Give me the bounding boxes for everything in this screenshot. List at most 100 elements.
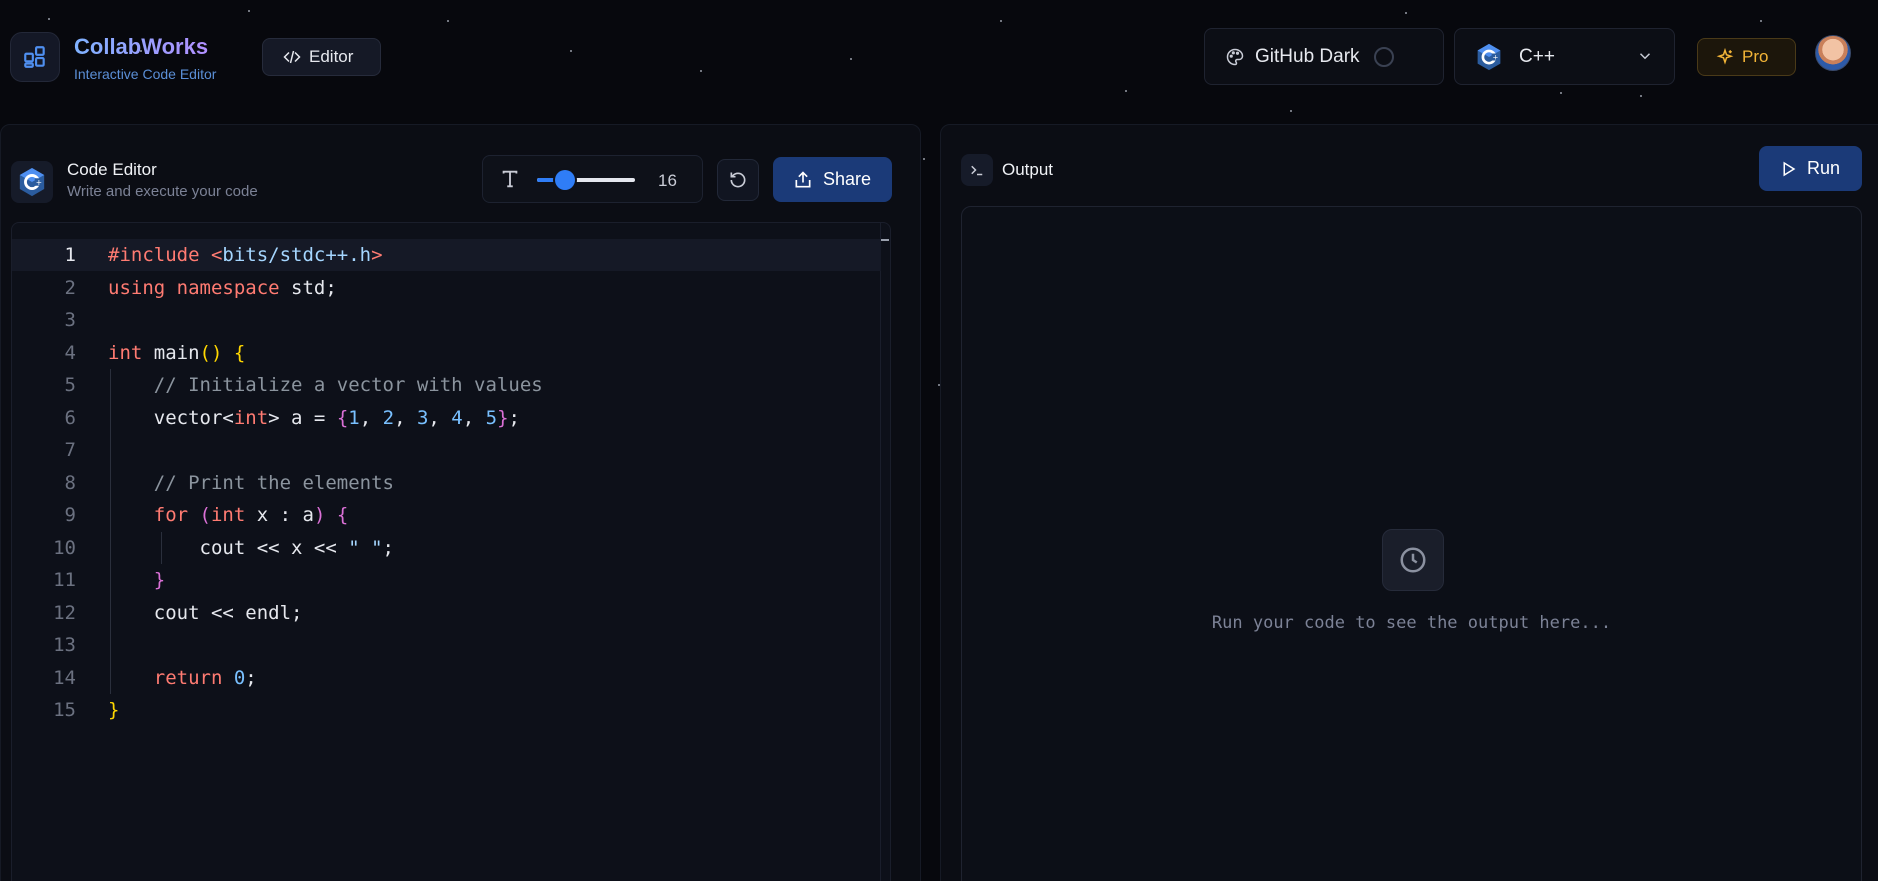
tab-editor-label: Editor — [309, 47, 354, 66]
code-text: using namespace std; — [108, 277, 337, 299]
code-line[interactable]: 3 — [12, 304, 881, 336]
code-line[interactable]: 15} — [12, 694, 881, 726]
code-token: > — [371, 244, 383, 266]
svg-text:+: + — [1493, 53, 1499, 61]
grid-logo-icon — [24, 46, 45, 68]
code-text: cout << x << " "; — [108, 536, 395, 559]
code-editor-subtitle: Write and execute your code — [67, 183, 258, 200]
code-token: for — [153, 504, 200, 526]
line-number: 12 — [53, 601, 76, 624]
code-token: } — [108, 699, 120, 721]
code-text: // Initialize a vector with values — [108, 374, 543, 396]
code-token: , — [394, 406, 417, 429]
code-text: vector<int> a = {1, 2, 3, 4, 5}; — [108, 407, 520, 429]
code-token: 3 — [416, 406, 429, 429]
code-token: int — [233, 406, 269, 429]
language-label: C++ — [1519, 45, 1555, 67]
code-token: // Initialize a vector with values — [153, 374, 543, 396]
code-token: return — [153, 666, 234, 689]
code-token: // Print the elements — [153, 471, 394, 494]
line-number: 8 — [64, 471, 76, 494]
code-token: #include — [108, 244, 211, 266]
code-line[interactable]: 12 cout << endl; — [12, 597, 881, 629]
code-line[interactable]: 10 cout << x << " "; — [12, 532, 881, 564]
code-text: // Print the elements — [108, 472, 394, 494]
reset-button[interactable] — [717, 159, 759, 201]
code-text: } — [108, 699, 119, 721]
code-line[interactable]: 8 // Print the elements — [12, 467, 881, 499]
editor-scrollbar[interactable] — [880, 223, 890, 881]
line-number: 5 — [64, 374, 76, 396]
code-token: () { — [199, 341, 246, 364]
line-number: 1 — [64, 244, 76, 266]
clock-icon — [1382, 529, 1444, 591]
code-line[interactable]: 11 } — [12, 564, 881, 596]
line-number: 10 — [53, 536, 76, 559]
cpp-logo-icon: + — [11, 161, 53, 203]
brand: CollabWorks Interactive Code Editor — [74, 34, 216, 82]
code-text: return 0; — [108, 667, 257, 689]
run-label: Run — [1807, 158, 1841, 178]
chevron-down-icon — [1639, 53, 1651, 60]
code-token: using — [108, 276, 177, 299]
code-line[interactable]: 5 // Initialize a vector with values — [12, 369, 881, 401]
pro-label: Pro — [1742, 47, 1769, 66]
share-icon — [795, 170, 811, 187]
theme-label: GitHub Dark — [1255, 45, 1360, 67]
theme-selector[interactable]: GitHub Dark — [1204, 28, 1444, 85]
code-line[interactable]: 9 for (int x : a) { — [12, 499, 881, 531]
code-token: ; — [382, 536, 394, 559]
app-name: CollabWorks — [74, 34, 216, 60]
output-title: Output — [1002, 160, 1054, 179]
code-token: ( — [199, 504, 211, 526]
app-logo[interactable] — [10, 32, 60, 82]
tab-editor[interactable]: Editor — [262, 38, 381, 76]
code-line[interactable]: 4 int main() { — [12, 337, 881, 369]
code-token: > a = — [268, 406, 337, 429]
code-line[interactable]: 6 vector<int> a = {1, 2, 3, 4, 5}; — [12, 402, 881, 434]
language-selector[interactable]: + C++ — [1454, 28, 1675, 85]
code-token: " " — [348, 536, 383, 559]
code-line[interactable]: 2 using namespace std; — [12, 272, 881, 304]
code-line[interactable]: 7 — [12, 434, 881, 466]
line-number: 7 — [64, 439, 76, 461]
line-number: 15 — [53, 699, 76, 721]
code-icon — [283, 50, 301, 64]
run-button[interactable]: Run — [1759, 146, 1862, 191]
svg-text:+: + — [36, 178, 42, 187]
font-size-slider[interactable] — [537, 170, 635, 190]
code-token: , — [359, 406, 383, 429]
line-number: 13 — [53, 634, 76, 656]
line-number: 2 — [64, 276, 76, 299]
avatar[interactable] — [1815, 35, 1851, 71]
code-token: ) — [313, 504, 326, 526]
code-text: int main() { — [108, 342, 245, 364]
indent-guide — [161, 531, 162, 564]
line-number: 3 — [64, 309, 76, 331]
code-token: std; — [291, 276, 337, 299]
line-number: 4 — [64, 341, 76, 364]
code-token: < — [210, 244, 223, 266]
reset-icon — [730, 172, 746, 188]
code-token: bits/stdc++.h — [222, 244, 372, 266]
output-area: Run your code to see the output here... — [961, 206, 1862, 881]
code-line[interactable]: 1 #include <bits/stdc++.h> — [12, 239, 881, 271]
code-token: main — [153, 341, 200, 364]
terminal-icon — [961, 154, 993, 186]
pro-button[interactable]: Pro — [1697, 38, 1796, 76]
code-token: { — [336, 504, 349, 526]
code-text: } — [108, 569, 165, 591]
code-token: cout << x << — [108, 536, 349, 559]
code-line[interactable]: 13 — [12, 629, 881, 661]
code-editor[interactable]: 1 #include <bits/stdc++.h> 2 using namespac… — [11, 222, 891, 881]
share-button[interactable]: Share — [773, 157, 892, 202]
code-token: int — [210, 504, 257, 526]
font-size-slider-thumb[interactable] — [555, 170, 576, 190]
code-line[interactable]: 14 return 0; — [12, 662, 881, 694]
top-bar: CollabWorks Interactive Code Editor Edit… — [0, 0, 1878, 114]
